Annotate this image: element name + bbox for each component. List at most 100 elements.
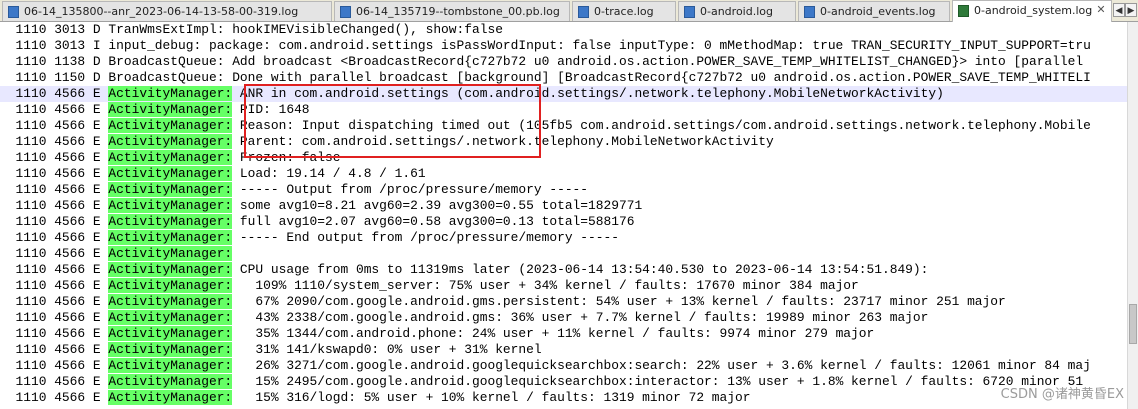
tid: 4566 (54, 102, 86, 117)
separator (85, 278, 93, 293)
tid: 4566 (54, 262, 86, 277)
pid: 1110 (15, 22, 47, 37)
tid: 4566 (54, 166, 86, 181)
log-line[interactable]: 1110 4566 E ActivityManager: ----- Outpu… (0, 182, 1127, 198)
pid: 1110 (15, 246, 47, 261)
log-message: ANR in com.android.settings (com.android… (239, 86, 944, 101)
pid: 1110 (15, 86, 47, 101)
log-level: E (92, 358, 101, 373)
scroll-tabs-right-icon[interactable]: ▶ (1125, 3, 1137, 17)
separator (85, 118, 93, 133)
log-message: 109% 1110/system_server: 75% user + 34% … (239, 278, 859, 293)
separator (85, 342, 93, 357)
log-level: E (92, 246, 101, 261)
log-tag: ActivityManager: (108, 342, 233, 357)
log-line[interactable]: 1110 4566 E ActivityManager: Load: 19.14… (0, 166, 1127, 182)
pid: 1110 (15, 198, 47, 213)
log-line[interactable]: 1110 4566 E ActivityManager: 43% 2338/co… (0, 310, 1127, 326)
tid: 4566 (54, 134, 86, 149)
pid: 1110 (15, 214, 47, 229)
tab-label: 0-trace.log (594, 5, 654, 18)
log-line[interactable]: 1110 4566 E ActivityManager: Parent: com… (0, 134, 1127, 150)
log-level: E (92, 262, 101, 277)
pid: 1110 (15, 278, 47, 293)
log-editor[interactable]: 1110 3013 D TranWmsExtImpl: hookIMEVisib… (0, 22, 1127, 409)
close-icon[interactable]: ✕ (1094, 3, 1108, 17)
log-tag: ActivityManager: (108, 102, 233, 117)
log-message: CPU usage from 0ms to 11319ms later (202… (239, 262, 929, 277)
log-level: E (92, 102, 101, 117)
log-line[interactable]: 1110 4566 E ActivityManager: 35% 1344/co… (0, 326, 1127, 342)
pid: 1110 (15, 342, 47, 357)
separator (85, 86, 93, 101)
tab-tombstone-log[interactable]: 06-14_135719--tombstone_00.pb.log (334, 1, 570, 21)
log-line[interactable]: 1110 3013 D TranWmsExtImpl: hookIMEVisib… (0, 22, 1127, 38)
log-tag: ActivityManager: (108, 166, 233, 181)
log-line[interactable]: 1110 4566 E ActivityManager: (0, 246, 1127, 262)
tid: 4566 (54, 246, 86, 261)
separator (232, 342, 240, 357)
log-tag: TranWmsExtImpl: (108, 22, 225, 37)
tab-android-log[interactable]: 0-android.log (678, 1, 796, 21)
log-line[interactable]: 1110 4566 E ActivityManager: 26% 3271/co… (0, 358, 1127, 374)
log-tag: ActivityManager: (108, 246, 233, 261)
scroll-tabs-left-icon[interactable]: ◀ (1113, 3, 1125, 17)
separator (85, 374, 93, 389)
log-line[interactable]: 1110 4566 E ActivityManager: 31% 141/ksw… (0, 342, 1127, 358)
log-line[interactable]: 1110 4566 E ActivityManager: CPU usage f… (0, 262, 1127, 278)
log-file-icon (8, 6, 19, 18)
tab-android-system-log[interactable]: 0-android_system.log ✕ (952, 0, 1112, 22)
log-level: E (92, 278, 101, 293)
log-line[interactable]: 1110 1138 D BroadcastQueue: Add broadcas… (0, 54, 1127, 70)
log-level: I (92, 38, 101, 53)
separator (232, 166, 240, 181)
log-line[interactable]: 1110 4566 E ActivityManager: Frozen: fal… (0, 150, 1127, 166)
tid: 4566 (54, 86, 86, 101)
log-line[interactable]: 1110 3013 I input_debug: package: com.an… (0, 38, 1127, 54)
log-line[interactable]: 1110 4566 E ActivityManager: PID: 1648 (0, 102, 1127, 118)
log-tag: ActivityManager: (108, 358, 233, 373)
log-line[interactable]: 1110 4566 E ActivityManager: 15% 2495/co… (0, 374, 1127, 390)
tab-android-events-log[interactable]: 0-android_events.log (798, 1, 950, 21)
log-level: E (92, 390, 101, 405)
log-line[interactable]: 1110 4566 E ActivityManager: full avg10=… (0, 214, 1127, 230)
log-tag: ActivityManager: (108, 374, 233, 389)
log-line[interactable]: 1110 4566 E ActivityManager: some avg10=… (0, 198, 1127, 214)
separator (85, 214, 93, 229)
tab-anr-log[interactable]: 06-14_135800--anr_2023-06-14-13-58-00-31… (2, 1, 332, 21)
log-level: E (92, 374, 101, 389)
separator (85, 22, 93, 37)
tid: 3013 (54, 22, 86, 37)
tab-trace-log[interactable]: 0-trace.log (572, 1, 676, 21)
log-level: E (92, 214, 101, 229)
log-line[interactable]: 1110 4566 E ActivityManager: 109% 1110/s… (0, 278, 1127, 294)
log-level: E (92, 150, 101, 165)
log-line[interactable]: 1110 4566 E ActivityManager: Reason: Inp… (0, 118, 1127, 134)
log-line[interactable]: 1110 4566 E ActivityManager: ANR in com.… (0, 86, 1127, 102)
log-line[interactable]: 1110 4566 E ActivityManager: 15% 316/log… (0, 390, 1127, 406)
log-line[interactable]: 1110 4566 E ActivityManager: 67% 2090/co… (0, 294, 1127, 310)
log-message: 35% 1344/com.android.phone: 24% user + 1… (239, 326, 875, 341)
log-message: Frozen: false (239, 150, 341, 165)
pid: 1110 (15, 150, 47, 165)
separator (232, 294, 240, 309)
separator (85, 326, 93, 341)
log-line[interactable]: 1110 1150 D BroadcastQueue: Done with pa… (0, 70, 1127, 86)
separator (232, 198, 240, 213)
log-tag: ActivityManager: (108, 86, 233, 101)
pid: 1110 (15, 182, 47, 197)
log-level: E (92, 294, 101, 309)
log-line[interactable]: 1110 4566 E ActivityManager: ----- End o… (0, 230, 1127, 246)
tid: 4566 (54, 358, 86, 373)
log-file-icon (578, 6, 589, 18)
scrollbar-thumb[interactable] (1129, 304, 1137, 344)
log-tag: ActivityManager: (108, 214, 233, 229)
log-message: PID: 1648 (239, 102, 310, 117)
vertical-scrollbar[interactable] (1127, 22, 1138, 409)
